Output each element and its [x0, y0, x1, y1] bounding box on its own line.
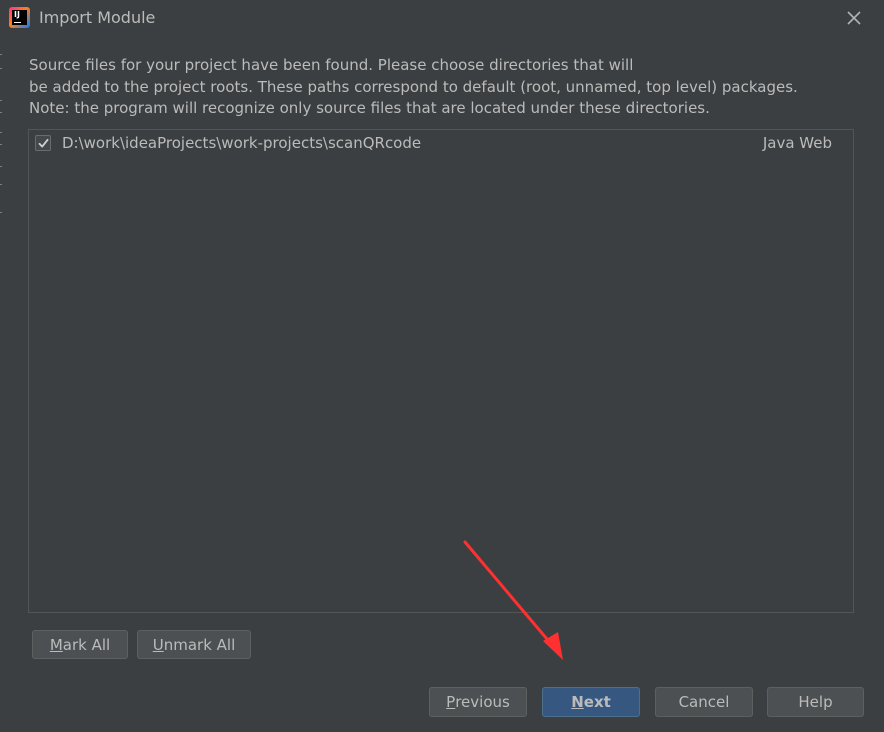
button-label: nmark All [163, 635, 236, 654]
mnemonic: M [49, 635, 63, 654]
mnemonic: P [446, 693, 456, 711]
list-item[interactable]: D:\work\ideaProjects\work-projects\scanQ… [29, 130, 853, 158]
close-icon[interactable] [843, 7, 865, 29]
root-type: Java Web [762, 134, 832, 152]
description-text: Source files for your project have been … [29, 55, 849, 120]
intellij-idea-icon: IJ [9, 7, 30, 28]
source-roots-list[interactable]: D:\work\ideaProjects\work-projects\scanQ… [28, 129, 854, 613]
mnemonic: N [571, 693, 584, 711]
unmark-all-button[interactable]: Unmark All [137, 630, 251, 659]
button-label: revious [455, 693, 510, 711]
title-bar: IJ Import Module [0, 0, 884, 36]
description-line: Source files for your project have been … [29, 56, 634, 74]
cancel-button[interactable]: Cancel [655, 687, 753, 717]
root-path: D:\work\ideaProjects\work-projects\scanQ… [62, 134, 422, 152]
description-line: be added to the project roots. These pat… [29, 77, 798, 96]
help-button[interactable]: Help [767, 687, 864, 717]
mnemonic: U [152, 635, 164, 654]
description-line: Note: the program will recognize only so… [29, 99, 710, 117]
button-label: ark All [62, 635, 111, 654]
mark-all-button[interactable]: Mark All [32, 630, 128, 659]
next-button[interactable]: Next [542, 687, 640, 717]
previous-button[interactable]: Previous [429, 687, 527, 717]
dialog-title: Import Module [39, 8, 156, 27]
window-edge-marks [0, 40, 3, 240]
checkmark-icon [38, 138, 49, 148]
root-checkbox[interactable] [35, 135, 51, 151]
button-label: ext [583, 693, 611, 711]
